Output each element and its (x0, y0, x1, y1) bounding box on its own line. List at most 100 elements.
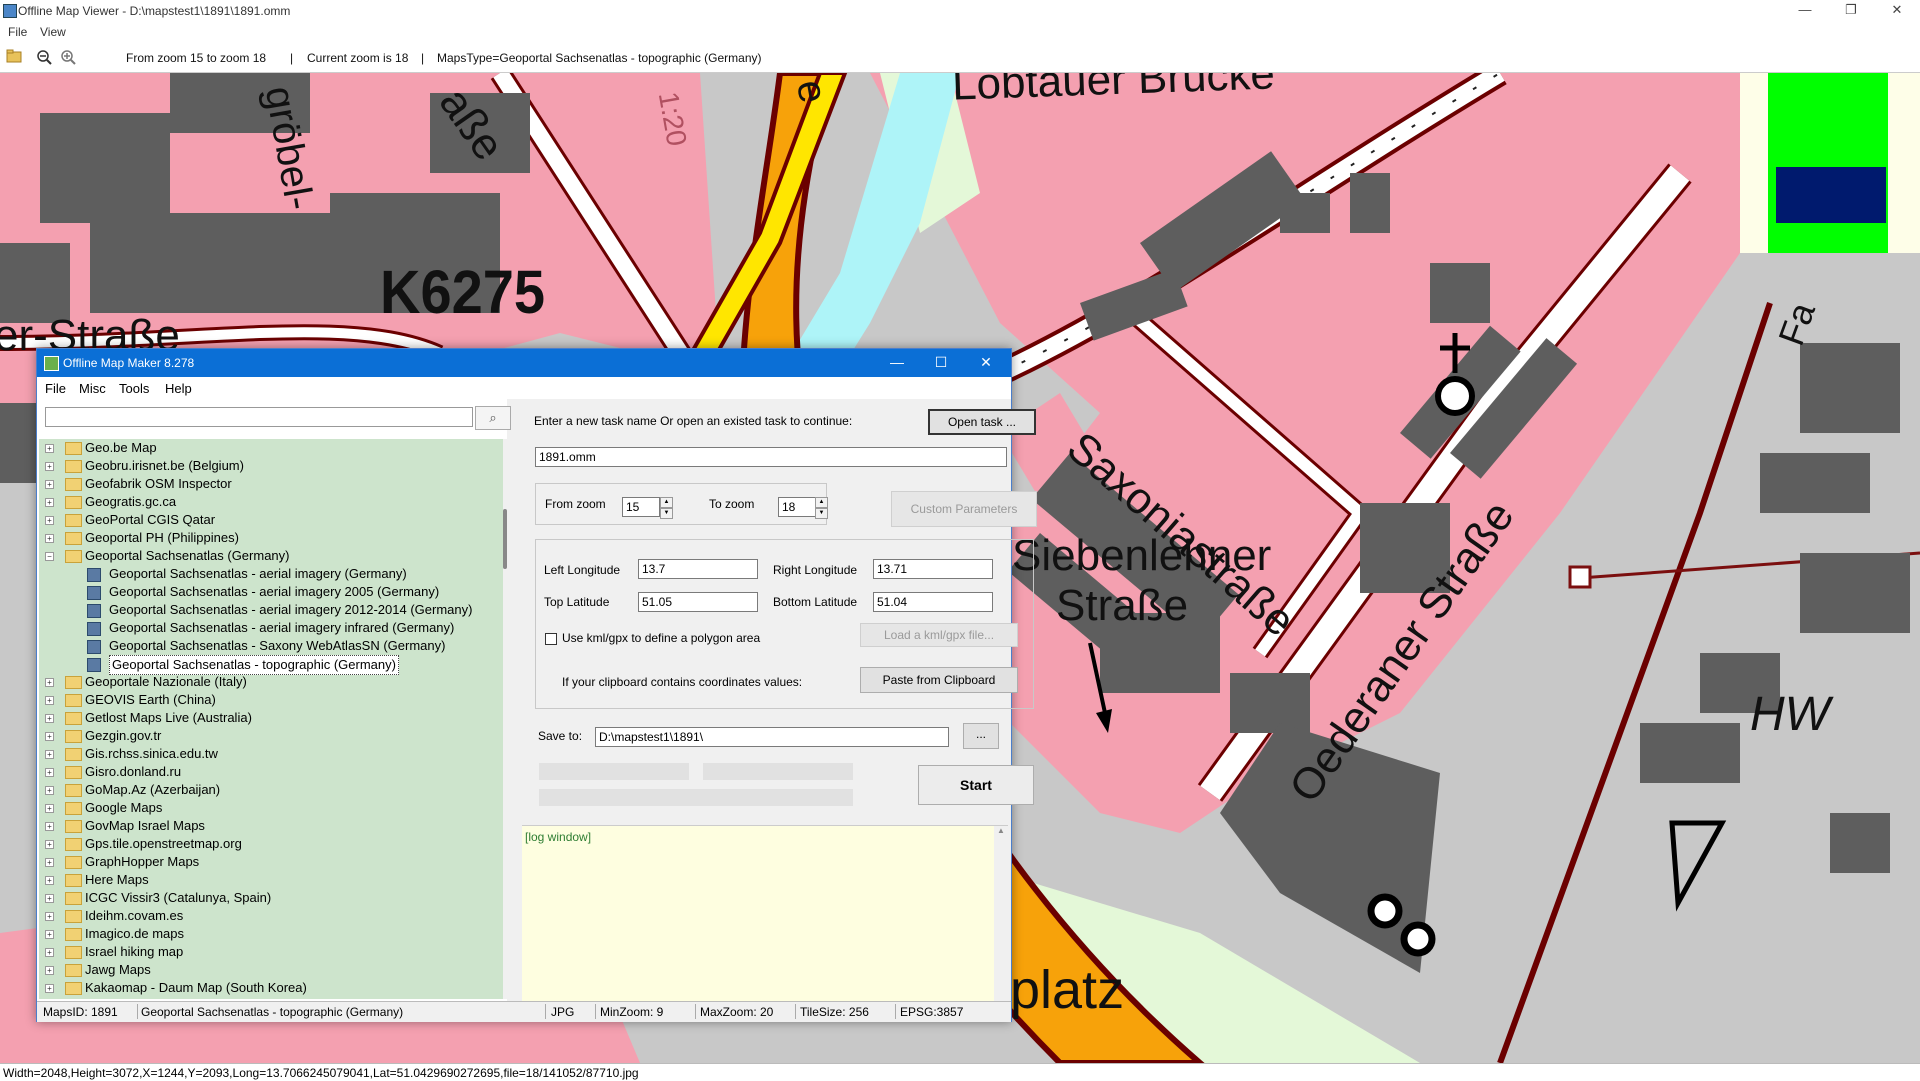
tree-item[interactable]: + Gezgin.gov.tr (45, 727, 495, 745)
expand-icon[interactable]: + (45, 732, 54, 741)
expand-icon[interactable]: + (45, 462, 54, 471)
menu-view[interactable]: View (40, 25, 66, 39)
tree-scroll-thumb[interactable] (503, 509, 507, 569)
left-longitude-input[interactable]: 13.7 (638, 559, 758, 579)
expand-icon[interactable]: + (45, 876, 54, 885)
log-window[interactable]: [log window] ▲ (522, 825, 1008, 1004)
tree-item[interactable]: + Google Maps (45, 799, 495, 817)
close-icon[interactable]: ✕ (1874, 2, 1920, 20)
tree-item[interactable]: + Geobru.irisnet.be (Belgium) (45, 457, 495, 475)
expand-icon[interactable]: + (45, 804, 54, 813)
expand-icon[interactable]: + (45, 894, 54, 903)
tree-item[interactable]: + Gis.rchss.sinica.edu.tw (45, 745, 495, 763)
dlg-menu-misc[interactable]: Misc (79, 381, 106, 396)
tree-item[interactable]: Geoportal Sachsenatlas - Saxony WebAtlas… (45, 637, 495, 655)
paste-clipboard-button[interactable]: Paste from Clipboard (860, 667, 1018, 693)
to-zoom-spinner[interactable]: ▲ ▼ (815, 497, 828, 519)
task-name-input[interactable]: 1891.omm (535, 447, 1007, 467)
tree-item[interactable]: + Geogratis.gc.ca (45, 493, 495, 511)
maps-tree[interactable]: + Geo.be Map + Geobru.irisnet.be (Belgium) +… (39, 439, 503, 999)
from-zoom-spinner[interactable]: ▲ ▼ (660, 497, 673, 519)
expand-icon[interactable]: + (45, 678, 54, 687)
tree-item[interactable]: Geoportal Sachsenatlas - aerial imagery … (45, 565, 495, 583)
tree-item[interactable]: + Geo.be Map (45, 439, 495, 457)
tree-item[interactable]: + Getlost Maps Live (Australia) (45, 709, 495, 727)
kml-checkbox[interactable] (545, 633, 557, 645)
tree-item[interactable]: + GovMap Israel Maps (45, 817, 495, 835)
tree-item[interactable]: + Gps.tile.openstreetmap.org (45, 835, 495, 853)
tree-item[interactable]: + Geoportal PH (Philippines) (45, 529, 495, 547)
expand-icon[interactable]: + (45, 444, 54, 453)
tree-item[interactable]: + Ideihm.covam.es (45, 907, 495, 925)
expand-icon[interactable]: + (45, 696, 54, 705)
expand-icon[interactable]: + (45, 840, 54, 849)
dialog-title-bar[interactable]: Offline Map Maker 8.278 — ☐ ✕ (37, 349, 1011, 377)
browse-button[interactable]: ... (963, 723, 999, 749)
expand-icon[interactable]: + (45, 516, 54, 525)
save-to-input[interactable]: D:\mapstest1\1891\ (595, 727, 949, 747)
expand-icon[interactable]: + (45, 786, 54, 795)
tree-item[interactable]: + Israel hiking map (45, 943, 495, 961)
tree-item[interactable]: + GraphHopper Maps (45, 853, 495, 871)
tree-item[interactable]: + Gisro.donland.ru (45, 763, 495, 781)
expand-icon[interactable]: + (45, 966, 54, 975)
tree-item[interactable]: + GEOVIS Earth (China) (45, 691, 495, 709)
maps-search-input[interactable] (45, 407, 473, 427)
dlg-menu-file[interactable]: File (45, 381, 66, 396)
tree-item[interactable]: + GeoPortal CGIS Qatar (45, 511, 495, 529)
tree-item[interactable]: + ICGC Vissir3 (Catalunya, Spain) (45, 889, 495, 907)
tree-item[interactable]: + Here Maps (45, 871, 495, 889)
dlg-menu-help[interactable]: Help (165, 381, 192, 396)
expand-icon[interactable]: + (45, 948, 54, 957)
custom-parameters-button[interactable]: Custom Parameters (891, 491, 1037, 527)
top-latitude-input[interactable]: 51.05 (638, 592, 758, 612)
folder-icon (65, 928, 82, 941)
expand-icon[interactable]: + (45, 714, 54, 723)
tree-item[interactable]: + Jawg Maps (45, 961, 495, 979)
expand-icon[interactable]: + (45, 858, 54, 867)
tree-item[interactable]: − Geoportal Sachsenatlas (Germany) (45, 547, 495, 565)
tree-item[interactable]: Geoportal Sachsenatlas - aerial imagery … (45, 619, 495, 637)
tree-item[interactable]: Geoportal Sachsenatlas - topographic (Ge… (45, 655, 495, 675)
dialog-minimize-icon[interactable]: — (877, 354, 917, 370)
dialog-status-bar: MapsID: 1891 Geoportal Sachsenatlas - to… (37, 1001, 1011, 1022)
dialog-close-icon[interactable]: ✕ (966, 354, 1006, 371)
expand-icon[interactable]: + (45, 480, 54, 489)
expand-icon[interactable]: + (45, 822, 54, 831)
from-zoom-input[interactable]: 15 (622, 497, 660, 517)
expand-icon[interactable]: + (45, 984, 54, 993)
zoom-in-icon[interactable] (60, 49, 76, 65)
dialog-maximize-icon[interactable]: ☐ (921, 354, 961, 371)
open-folder-icon[interactable] (6, 49, 22, 65)
tree-item[interactable]: + Geofabrik OSM Inspector (45, 475, 495, 493)
load-kml-button[interactable]: Load a kml/gpx file... (860, 623, 1018, 647)
dlg-menu-tools[interactable]: Tools (119, 381, 149, 396)
to-zoom-input[interactable]: 18 (778, 497, 816, 517)
expand-icon[interactable]: + (45, 498, 54, 507)
tree-item[interactable]: Geoportal Sachsenatlas - aerial imagery … (45, 583, 495, 601)
expand-icon[interactable]: + (45, 768, 54, 777)
tree-item[interactable]: + Geoportale Nazionale (Italy) (45, 673, 495, 691)
folder-icon (65, 676, 82, 689)
tree-item-label: GeoPortal CGIS Qatar (85, 512, 216, 527)
start-button[interactable]: Start (918, 765, 1034, 805)
tree-item[interactable]: + Imagico.de maps (45, 925, 495, 943)
right-longitude-input[interactable]: 13.71 (873, 559, 993, 579)
search-button[interactable]: ⌕ (475, 406, 511, 430)
tree-item[interactable]: + Kakaomap - Daum Map (South Korea) (45, 979, 495, 997)
minimize-icon[interactable]: — (1782, 2, 1828, 20)
expand-icon[interactable]: + (45, 750, 54, 759)
expand-icon[interactable]: + (45, 930, 54, 939)
open-task-button[interactable]: Open task ... (928, 409, 1036, 435)
tree-item[interactable]: Geoportal Sachsenatlas - aerial imagery … (45, 601, 495, 619)
expand-icon[interactable]: + (45, 912, 54, 921)
menu-file[interactable]: File (8, 25, 27, 39)
restore-icon[interactable]: ❐ (1828, 2, 1874, 20)
zoom-out-icon[interactable] (36, 49, 52, 65)
tree-item[interactable]: + GoMap.Az (Azerbaijan) (45, 781, 495, 799)
bottom-latitude-input[interactable]: 51.04 (873, 592, 993, 612)
log-scrollbar[interactable]: ▲ (994, 826, 1008, 1004)
collapse-icon[interactable]: − (45, 552, 54, 561)
tree-scrollbar[interactable] (503, 439, 509, 999)
expand-icon[interactable]: + (45, 534, 54, 543)
